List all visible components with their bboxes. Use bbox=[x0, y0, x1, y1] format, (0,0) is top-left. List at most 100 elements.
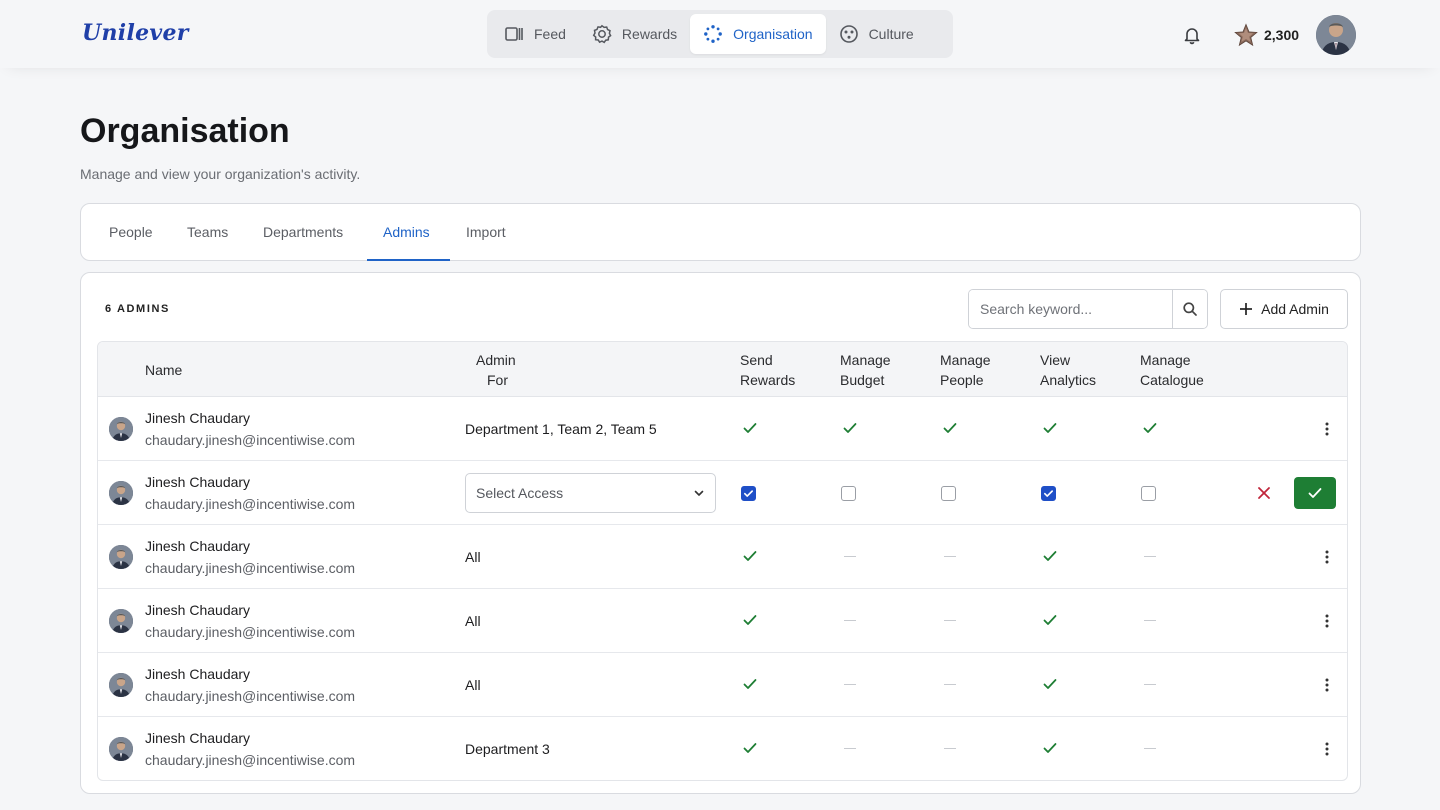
view-analytics-check-icon bbox=[1041, 611, 1059, 629]
send-rewards-check-icon bbox=[741, 611, 759, 629]
view-analytics-checkbox[interactable] bbox=[1041, 486, 1056, 501]
tab-people[interactable]: People bbox=[109, 204, 153, 260]
page-title: Organisation bbox=[80, 112, 290, 150]
add-admin-label: Add Admin bbox=[1261, 301, 1329, 317]
check-icon bbox=[1044, 490, 1053, 497]
main-nav: Feed Rewards Organisation Culture bbox=[487, 10, 953, 58]
dash-icon bbox=[844, 619, 856, 621]
col-admin-for-line2: For bbox=[487, 372, 508, 388]
check-icon bbox=[744, 490, 753, 497]
nav-item-label: Culture bbox=[868, 26, 914, 42]
search-input[interactable] bbox=[969, 290, 1172, 328]
admin-name: Jinesh Chaudary bbox=[145, 602, 251, 618]
nav-item-label: Rewards bbox=[621, 26, 678, 42]
culture-icon bbox=[839, 25, 858, 43]
nav-item-label: Organisation bbox=[733, 26, 813, 42]
cancel-edit-button[interactable] bbox=[1256, 485, 1272, 501]
organisation-icon bbox=[704, 25, 723, 43]
admin-for: Department 1, Team 2, Team 5 bbox=[465, 421, 657, 437]
dash-icon bbox=[844, 747, 856, 749]
dash-icon bbox=[944, 683, 956, 685]
manage-people-checkbox[interactable] bbox=[941, 486, 956, 501]
send-rewards-checkbox[interactable] bbox=[741, 486, 756, 501]
nav-item-culture[interactable]: Culture bbox=[826, 14, 927, 54]
more-vertical-icon bbox=[1325, 742, 1329, 756]
tab-admins[interactable]: Admins bbox=[383, 204, 430, 260]
admin-for: Department 3 bbox=[465, 741, 550, 757]
search-button[interactable] bbox=[1172, 290, 1207, 328]
close-icon bbox=[1258, 487, 1270, 499]
rewards-icon bbox=[592, 24, 612, 44]
tab-import[interactable]: Import bbox=[466, 204, 506, 260]
confirm-edit-button[interactable] bbox=[1294, 477, 1336, 509]
chevron-down-icon bbox=[694, 490, 704, 496]
admin-name: Jinesh Chaudary bbox=[145, 474, 251, 490]
nav-item-organisation[interactable]: Organisation bbox=[690, 14, 826, 54]
col-manage-catalogue-line2: Catalogue bbox=[1140, 372, 1204, 388]
nav-item-rewards[interactable]: Rewards bbox=[579, 14, 690, 54]
add-admin-button[interactable]: Add Admin bbox=[1220, 289, 1348, 329]
avatar bbox=[109, 417, 133, 441]
dash-icon bbox=[844, 555, 856, 557]
more-vertical-icon bbox=[1325, 550, 1329, 564]
col-name[interactable]: Name bbox=[145, 360, 182, 380]
manage-budget-checkbox[interactable] bbox=[841, 486, 856, 501]
col-manage-people-line1: Manage bbox=[940, 352, 991, 368]
admin-count: 6 ADMINS bbox=[105, 303, 170, 315]
table-row: Jinesh Chaudary chaudary.jinesh@incentiwi… bbox=[98, 653, 1347, 717]
points-value: 2,300 bbox=[1264, 27, 1300, 43]
select-access-dropdown[interactable]: Select Access bbox=[465, 473, 716, 513]
nav-item-label: Feed bbox=[534, 26, 566, 42]
user-avatar[interactable] bbox=[1316, 15, 1356, 55]
admin-name: Jinesh Chaudary bbox=[145, 410, 251, 426]
manage-catalogue-dash-icon bbox=[1141, 675, 1159, 693]
more-vertical-icon bbox=[1325, 678, 1329, 692]
admin-for: All bbox=[465, 613, 481, 629]
view-analytics-check-icon bbox=[1041, 739, 1059, 757]
view-analytics-check-icon bbox=[1041, 675, 1059, 693]
manage-catalogue-checkbox[interactable] bbox=[1141, 486, 1156, 501]
col-send-rewards-line2: Rewards bbox=[740, 372, 796, 388]
col-admin-for-line1: Admin bbox=[476, 352, 516, 368]
admin-name: Jinesh Chaudary bbox=[145, 538, 251, 554]
table-row: Jinesh Chaudary chaudary.jinesh@incentiwi… bbox=[98, 525, 1347, 589]
row-actions-button[interactable] bbox=[1318, 739, 1336, 759]
nav-item-feed[interactable]: Feed bbox=[491, 14, 579, 54]
notification-bell-icon[interactable] bbox=[1182, 25, 1202, 45]
manage-catalogue-check-icon bbox=[1141, 419, 1159, 437]
manage-budget-dash-icon bbox=[841, 611, 859, 629]
search-box bbox=[968, 289, 1208, 329]
avatar bbox=[109, 609, 133, 633]
manage-budget-dash-icon bbox=[841, 739, 859, 757]
col-manage-people-line2: People bbox=[940, 372, 984, 388]
select-access-label: Select Access bbox=[476, 485, 564, 501]
admin-email: chaudary.jinesh@incentiwise.com bbox=[145, 752, 356, 768]
row-actions-button[interactable] bbox=[1318, 419, 1336, 439]
send-rewards-check-icon bbox=[741, 675, 759, 693]
admin-name: Jinesh Chaudary bbox=[145, 730, 251, 746]
col-send-rewards-line1: Send bbox=[740, 352, 773, 368]
dash-icon bbox=[1144, 683, 1156, 685]
row-actions-button[interactable] bbox=[1318, 675, 1336, 695]
avatar bbox=[109, 481, 133, 505]
manage-catalogue-dash-icon bbox=[1141, 739, 1159, 757]
tab-departments[interactable]: Departments bbox=[263, 204, 343, 260]
tab-teams[interactable]: Teams bbox=[187, 204, 228, 260]
more-vertical-icon bbox=[1325, 614, 1329, 628]
dash-icon bbox=[1144, 747, 1156, 749]
col-manage-budget-line1: Manage bbox=[840, 352, 891, 368]
search-icon bbox=[1183, 302, 1197, 316]
brand-logo[interactable]: Unilever bbox=[82, 20, 189, 46]
row-actions-button[interactable] bbox=[1318, 547, 1336, 567]
check-icon bbox=[1308, 488, 1322, 498]
admins-table: Name Admin For Send Rewards Manage Budge… bbox=[97, 341, 1348, 781]
dash-icon bbox=[944, 747, 956, 749]
send-rewards-check-icon bbox=[741, 419, 759, 437]
send-rewards-check-icon bbox=[741, 547, 759, 565]
active-tab-indicator bbox=[367, 259, 450, 261]
points-balance[interactable]: 2,300 bbox=[1234, 23, 1299, 47]
dash-icon bbox=[844, 683, 856, 685]
manage-people-dash-icon bbox=[941, 547, 959, 565]
row-actions-button[interactable] bbox=[1318, 611, 1336, 631]
table-row: Jinesh Chaudary chaudary.jinesh@incentiwi… bbox=[98, 589, 1347, 653]
